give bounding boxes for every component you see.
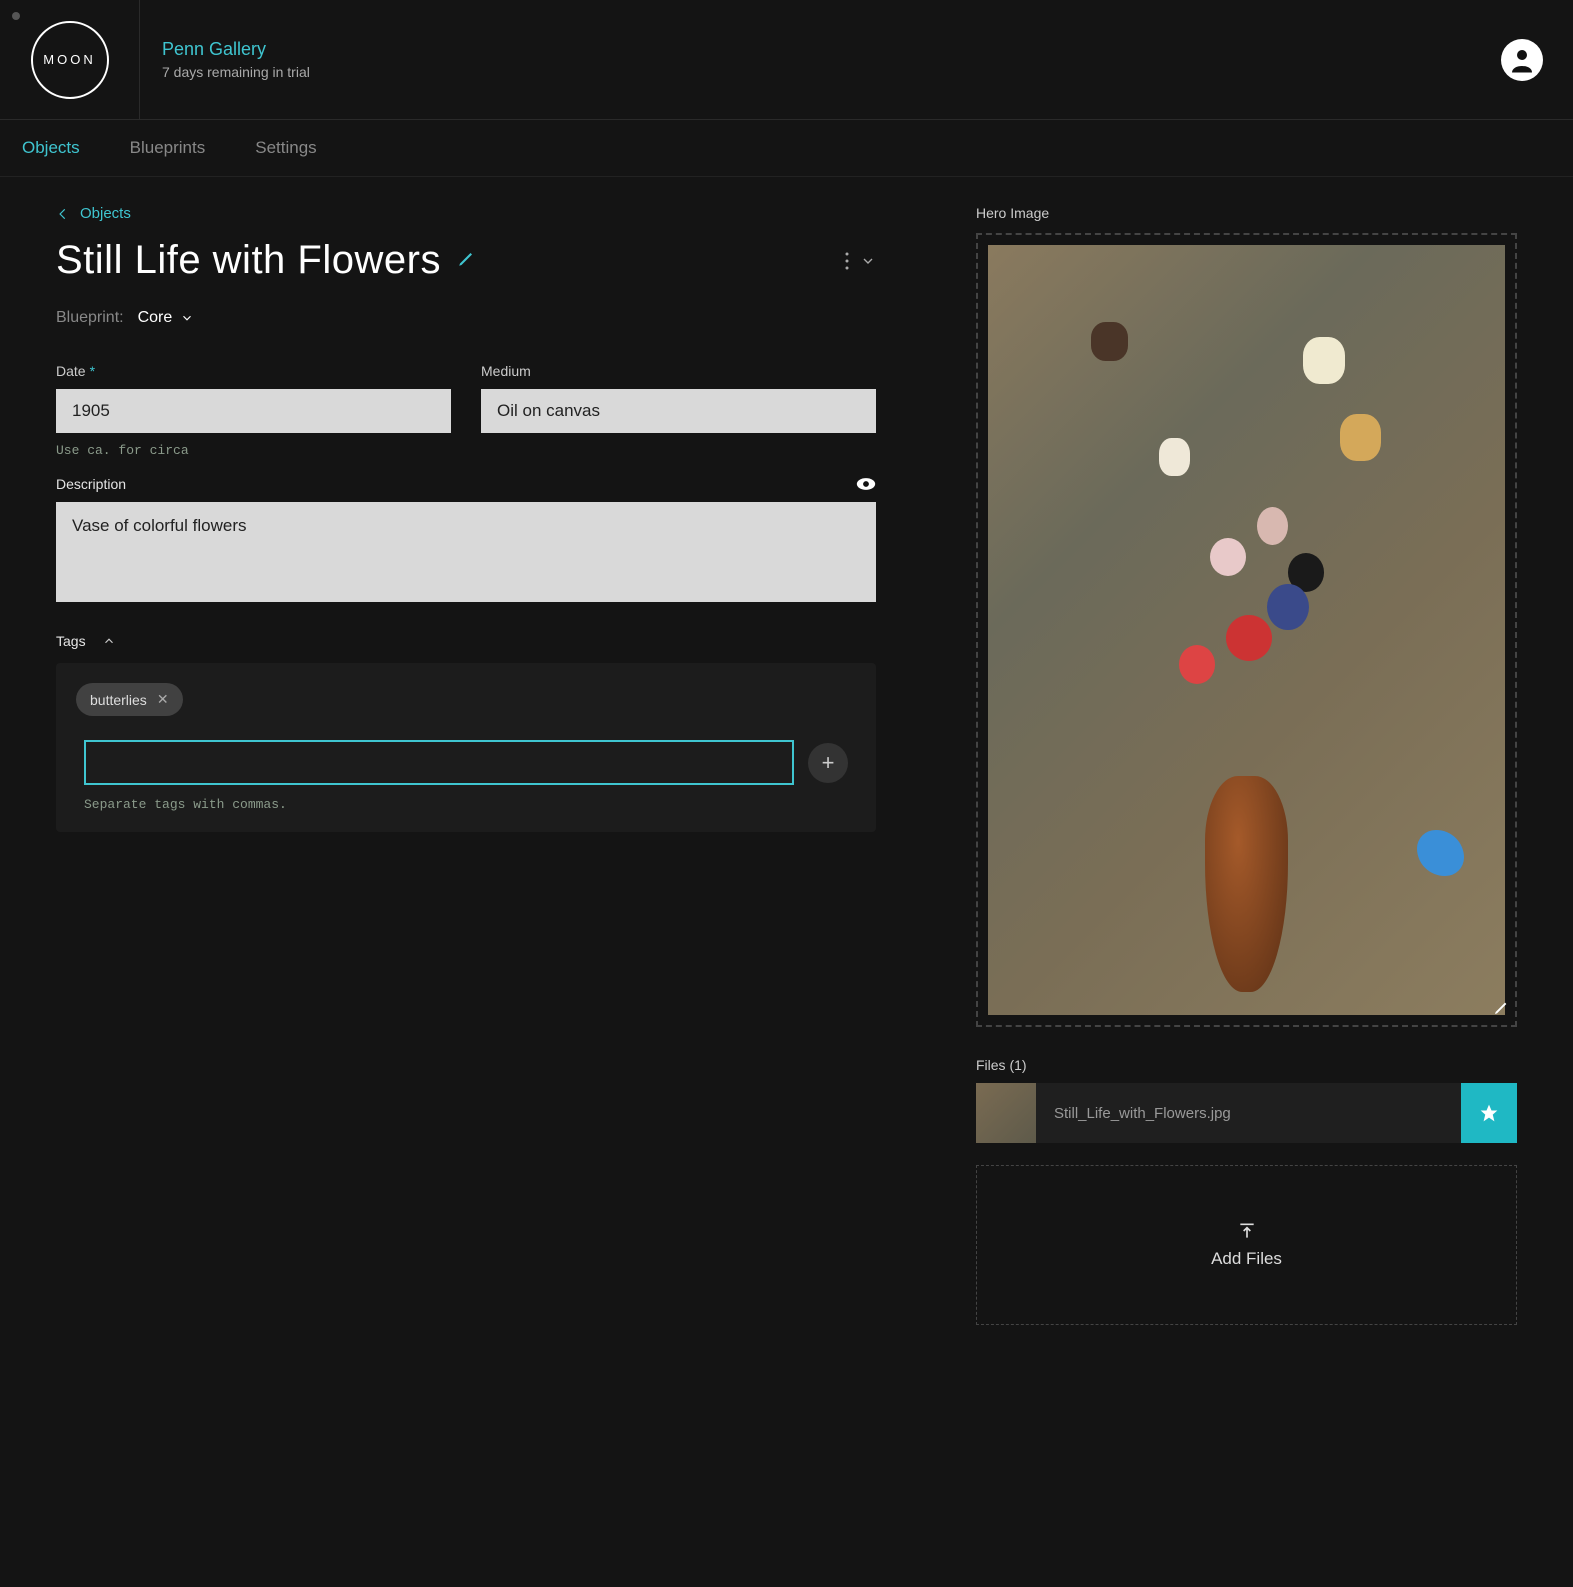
tag-remove-button[interactable]: ✕ bbox=[157, 691, 169, 708]
tag-chip-label: butterlies bbox=[90, 692, 147, 708]
trial-remaining-text: 7 days remaining in trial bbox=[162, 64, 1501, 80]
nav-objects[interactable]: Objects bbox=[22, 138, 80, 158]
add-files-dropzone[interactable]: Add Files bbox=[976, 1165, 1517, 1325]
tag-add-button[interactable]: + bbox=[808, 743, 848, 783]
medium-field: Medium bbox=[481, 363, 876, 458]
tag-input-row: + bbox=[76, 740, 856, 785]
description-header: Description bbox=[56, 476, 876, 492]
main-nav: Objects Blueprints Settings bbox=[0, 120, 1573, 177]
file-row[interactable]: Still_Life_with_Flowers.jpg bbox=[976, 1083, 1517, 1143]
plus-icon: + bbox=[822, 750, 835, 776]
add-files-label: Add Files bbox=[1211, 1249, 1282, 1269]
date-hint: Use ca. for circa bbox=[56, 443, 451, 458]
blueprint-value: Core bbox=[138, 309, 173, 327]
chevron-down-icon[interactable] bbox=[860, 253, 876, 269]
chevron-up-icon bbox=[102, 634, 116, 648]
user-avatar[interactable] bbox=[1501, 39, 1543, 81]
hero-edit-button[interactable] bbox=[1493, 1000, 1509, 1019]
gallery-name-link[interactable]: Penn Gallery bbox=[162, 39, 1501, 60]
hero-image-label: Hero Image bbox=[976, 205, 1517, 221]
medium-label: Medium bbox=[481, 363, 531, 379]
file-thumbnail bbox=[976, 1083, 1036, 1143]
eye-icon[interactable] bbox=[856, 477, 876, 491]
tag-input[interactable] bbox=[84, 740, 794, 785]
description-label: Description bbox=[56, 476, 126, 492]
tag-chip: butterlies ✕ bbox=[76, 683, 183, 716]
tags-toggle[interactable]: Tags bbox=[56, 633, 876, 649]
header-info: Penn Gallery 7 days remaining in trial bbox=[140, 39, 1501, 80]
tags-panel: butterlies ✕ + Separate tags with commas… bbox=[56, 663, 876, 832]
painting-placeholder bbox=[988, 245, 1505, 1015]
arrow-left-icon bbox=[56, 207, 70, 221]
title-row: Still Life with Flowers bbox=[56, 238, 876, 283]
blueprint-select[interactable]: Core bbox=[138, 309, 195, 327]
upload-icon bbox=[1237, 1221, 1257, 1241]
medium-input[interactable] bbox=[481, 389, 876, 433]
nav-blueprints[interactable]: Blueprints bbox=[130, 138, 206, 158]
breadcrumb-back[interactable]: Objects bbox=[56, 205, 876, 222]
date-label: Date bbox=[56, 363, 86, 379]
date-input[interactable] bbox=[56, 389, 451, 433]
star-icon bbox=[1479, 1103, 1499, 1123]
hero-image[interactable] bbox=[988, 245, 1505, 1015]
file-star-button[interactable] bbox=[1461, 1083, 1517, 1143]
required-asterisk: * bbox=[90, 363, 95, 379]
moon-logo[interactable]: MOON bbox=[31, 21, 109, 99]
file-name: Still_Life_with_Flowers.jpg bbox=[1036, 1105, 1461, 1122]
logo-container: MOON bbox=[0, 0, 140, 120]
chevron-down-icon bbox=[180, 311, 194, 325]
form-row-1: Date * Use ca. for circa Medium bbox=[56, 363, 876, 458]
date-field: Date * Use ca. for circa bbox=[56, 363, 451, 458]
logo-text: MOON bbox=[43, 52, 95, 67]
page-title: Still Life with Flowers bbox=[56, 238, 441, 283]
status-dot-icon bbox=[12, 12, 20, 20]
description-textarea[interactable] bbox=[56, 502, 876, 602]
breadcrumb-label: Objects bbox=[80, 205, 131, 222]
pencil-icon bbox=[1493, 1000, 1509, 1016]
app-header: MOON Penn Gallery 7 days remaining in tr… bbox=[0, 0, 1573, 120]
more-vertical-icon[interactable] bbox=[844, 251, 850, 271]
tags-label: Tags bbox=[56, 633, 86, 649]
nav-settings[interactable]: Settings bbox=[255, 138, 316, 158]
edit-title-button[interactable] bbox=[457, 250, 475, 271]
right-column: Hero Image Files (1) Still_Life_with_Flo… bbox=[976, 205, 1517, 1325]
files-label: Files (1) bbox=[976, 1057, 1517, 1073]
hero-image-box bbox=[976, 233, 1517, 1027]
title-actions bbox=[844, 251, 876, 271]
avatar-icon bbox=[1507, 45, 1537, 75]
content-area: Objects Still Life with Flowers Blueprin… bbox=[0, 177, 1573, 1353]
tag-hint: Separate tags with commas. bbox=[76, 797, 856, 812]
blueprint-row: Blueprint: Core bbox=[56, 309, 876, 327]
left-column: Objects Still Life with Flowers Blueprin… bbox=[56, 205, 876, 1325]
blueprint-label: Blueprint: bbox=[56, 309, 124, 327]
pencil-icon bbox=[457, 250, 475, 268]
